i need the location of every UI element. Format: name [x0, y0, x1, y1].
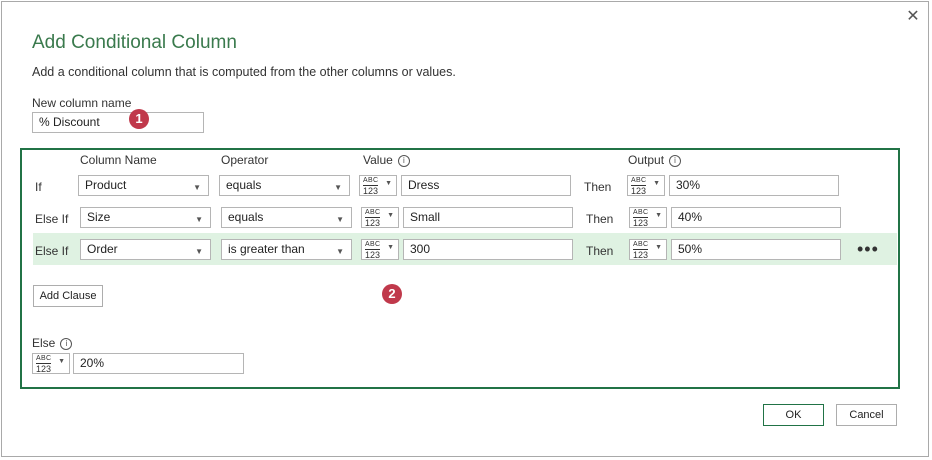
- operator-dropdown[interactable]: is greater than ▼: [221, 239, 352, 260]
- dialog-subtitle: Add a conditional column that is compute…: [32, 65, 456, 79]
- value-type-selector[interactable]: ABC 123 ▼: [361, 239, 399, 260]
- abc-label: ABC: [633, 241, 649, 248]
- new-column-name-label: New column name: [32, 96, 132, 110]
- header-output: Output i: [628, 153, 682, 167]
- ok-button[interactable]: OK: [763, 404, 824, 426]
- chevron-down-icon: ▼: [387, 244, 394, 251]
- num-label: 123: [36, 363, 52, 374]
- cancel-button[interactable]: Cancel: [836, 404, 897, 426]
- else-type-selector[interactable]: ABC 123 ▼: [32, 353, 70, 374]
- value-type-selector[interactable]: ABC 123 ▼: [359, 175, 397, 196]
- dropdown-value: Order: [87, 242, 118, 256]
- new-column-name-input[interactable]: % Discount: [32, 112, 204, 133]
- operator-dropdown[interactable]: equals ▼: [219, 175, 350, 196]
- dropdown-value: Size: [87, 210, 111, 224]
- chevron-down-icon: ▼: [385, 180, 392, 187]
- abc-label: ABC: [36, 355, 52, 362]
- chevron-down-icon: ▼: [58, 358, 65, 365]
- else-value-input[interactable]: 20%: [73, 353, 244, 374]
- chevron-down-icon: ▼: [193, 183, 201, 192]
- abc-label: ABC: [365, 209, 381, 216]
- header-column-name: Column Name: [80, 153, 157, 167]
- row-label-if: If: [35, 180, 42, 194]
- abc-label: ABC: [633, 209, 649, 216]
- num-label: 123: [631, 185, 647, 196]
- abc-label: ABC: [363, 177, 379, 184]
- chevron-down-icon: ▼: [336, 215, 344, 224]
- num-label: 123: [363, 185, 379, 196]
- output-input[interactable]: 30%: [669, 175, 839, 196]
- chevron-down-icon: ▼: [336, 247, 344, 256]
- output-type-selector[interactable]: ABC 123 ▼: [629, 207, 667, 228]
- column-name-dropdown[interactable]: Order ▼: [80, 239, 211, 260]
- output-type-selector[interactable]: ABC 123 ▼: [627, 175, 665, 196]
- header-operator: Operator: [221, 153, 269, 167]
- header-value-label: Value: [363, 153, 393, 167]
- header-value: Value i: [363, 153, 410, 167]
- callout-badge-1: 1: [129, 109, 149, 129]
- dropdown-value: is greater than: [228, 242, 305, 256]
- row-label-else-if: Else If: [35, 244, 69, 258]
- operator-dropdown[interactable]: equals ▼: [221, 207, 352, 228]
- column-name-dropdown[interactable]: Product ▼: [78, 175, 209, 196]
- abc-label: ABC: [365, 241, 381, 248]
- info-icon[interactable]: i: [60, 337, 73, 350]
- abc-label: ABC: [631, 177, 647, 184]
- chevron-down-icon: ▼: [195, 247, 203, 256]
- chevron-down-icon: ▼: [334, 183, 342, 192]
- chevron-down-icon: ▼: [653, 180, 660, 187]
- chevron-down-icon: ▼: [195, 215, 203, 224]
- row-label-else-if: Else If: [35, 212, 69, 226]
- chevron-down-icon: ▼: [387, 212, 394, 219]
- info-icon[interactable]: i: [669, 154, 682, 167]
- num-label: 123: [365, 217, 381, 228]
- value-input[interactable]: 300: [403, 239, 573, 260]
- header-output-label: Output: [628, 153, 665, 167]
- then-label: Then: [584, 180, 612, 194]
- dropdown-value: Product: [85, 178, 127, 192]
- else-label: Else: [32, 336, 56, 350]
- dropdown-value: equals: [228, 210, 264, 224]
- more-options-icon[interactable]: •••: [857, 240, 879, 258]
- then-label: Then: [586, 244, 614, 258]
- else-label-wrap: Else i: [32, 336, 73, 350]
- value-input[interactable]: Dress: [401, 175, 571, 196]
- num-label: 123: [633, 217, 649, 228]
- num-label: 123: [365, 249, 381, 260]
- output-input[interactable]: 40%: [671, 207, 841, 228]
- output-type-selector[interactable]: ABC 123 ▼: [629, 239, 667, 260]
- value-type-selector[interactable]: ABC 123 ▼: [361, 207, 399, 228]
- chevron-down-icon: ▼: [655, 212, 662, 219]
- dropdown-value: equals: [226, 178, 262, 192]
- output-input[interactable]: 50%: [671, 239, 841, 260]
- close-icon[interactable]: ✕: [905, 9, 921, 25]
- value-input[interactable]: Small: [403, 207, 573, 228]
- callout-badge-2: 2: [382, 284, 402, 304]
- then-label: Then: [586, 212, 614, 226]
- add-clause-button[interactable]: Add Clause: [33, 285, 103, 307]
- info-icon[interactable]: i: [397, 154, 410, 167]
- column-name-dropdown[interactable]: Size ▼: [80, 207, 211, 228]
- chevron-down-icon: ▼: [655, 244, 662, 251]
- dialog-title: Add Conditional Column: [32, 32, 237, 53]
- num-label: 123: [633, 249, 649, 260]
